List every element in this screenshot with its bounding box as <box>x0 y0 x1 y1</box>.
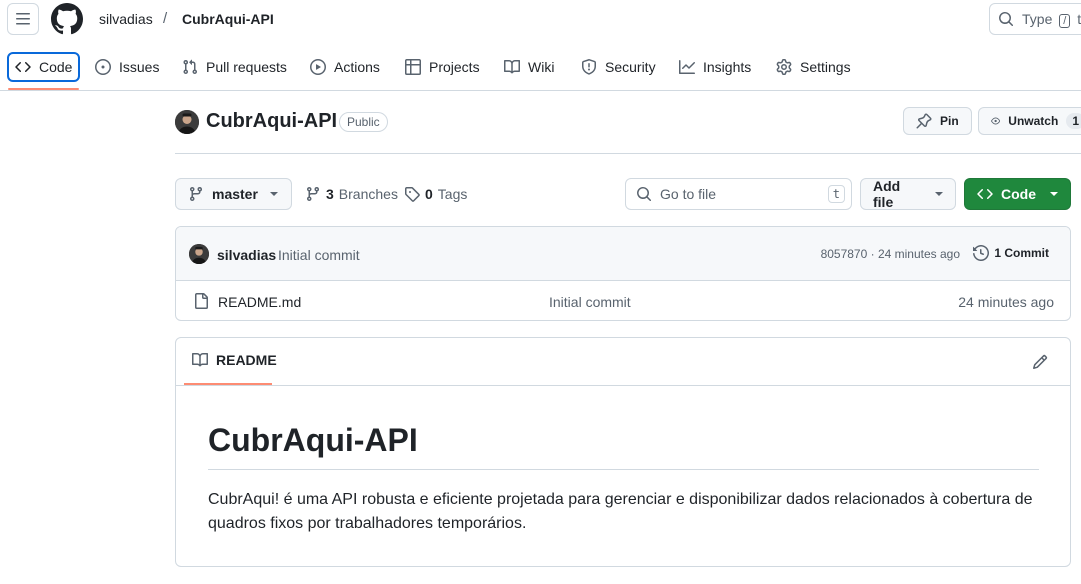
branch-select-button[interactable]: master <box>175 178 292 210</box>
search-shortcut-key: / <box>1059 13 1071 28</box>
tab-label: Pull requests <box>206 59 287 75</box>
commit-count-label: 1 Commit <box>994 246 1049 260</box>
tab-label: Insights <box>703 59 752 75</box>
branches-label: Branches <box>338 186 398 202</box>
table-icon <box>405 59 421 75</box>
chevron-down-icon <box>1050 192 1058 196</box>
tab-projects[interactable]: Projects <box>397 52 488 82</box>
tab-label: Security <box>605 59 656 75</box>
search-placeholder-suffix: to <box>1077 10 1081 27</box>
file-icon <box>195 293 208 309</box>
file-commit-time: 24 minutes ago <box>958 294 1054 310</box>
tab-issues[interactable]: Issues <box>87 52 167 82</box>
issue-opened-icon <box>95 59 111 75</box>
graph-icon <box>679 60 695 74</box>
go-to-file-placeholder: Go to file <box>660 186 717 202</box>
pin-label: Pin <box>940 114 959 128</box>
code-icon <box>977 188 993 200</box>
tab-wiki[interactable]: Wiki <box>496 52 562 82</box>
readme-heading: CubrAqui-API <box>208 422 418 458</box>
file-browser: silvadias Initial commit 8057870 · 24 mi… <box>175 226 1071 321</box>
unwatch-label: Unwatch <box>1008 114 1059 128</box>
branch-name: master <box>212 186 258 202</box>
commit-message-link[interactable]: Initial commit <box>278 247 360 263</box>
git-pull-request-icon <box>183 59 198 75</box>
header-divider <box>175 153 1081 154</box>
visibility-badge: Public <box>339 112 388 132</box>
readme-header-divider <box>176 385 1070 386</box>
global-search-input[interactable]: Type / to <box>989 3 1081 35</box>
go-to-file-input[interactable]: Go to file t <box>625 178 852 210</box>
edit-readme-button[interactable] <box>1032 354 1048 370</box>
active-tab-underline <box>8 88 79 90</box>
heading-rule <box>208 469 1039 470</box>
tab-security[interactable]: Security <box>573 52 664 82</box>
latest-commit-row: silvadias Initial commit 8057870 · 24 mi… <box>176 227 1070 281</box>
tab-label: Projects <box>429 59 480 75</box>
tab-label: Code <box>39 59 73 75</box>
unwatch-button[interactable]: Unwatch 1 <box>978 107 1081 135</box>
readme-tab-label: README <box>216 352 277 368</box>
branches-link[interactable]: 3 Branches <box>305 186 398 202</box>
tags-link[interactable]: 0 Tags <box>404 186 467 202</box>
tag-icon <box>405 187 420 202</box>
breadcrumb-owner-link[interactable]: silvadias <box>99 11 153 27</box>
menu-button[interactable] <box>7 3 39 35</box>
code-icon <box>15 61 31 73</box>
commit-history-link[interactable]: 1 Commit <box>973 245 1049 261</box>
play-icon <box>310 59 326 75</box>
commit-author-avatar[interactable] <box>189 244 209 264</box>
owner-avatar[interactable] <box>175 110 199 134</box>
file-name-link[interactable]: README.md <box>218 294 301 310</box>
readme-panel: README CubrAqui-API CubrAqui! é uma API … <box>175 337 1071 567</box>
tags-label: Tags <box>437 186 468 202</box>
add-file-label: Add file <box>873 178 901 210</box>
history-icon <box>973 245 990 261</box>
branches-count: 3 <box>326 186 334 202</box>
global-header: silvadias / CubrAqui-API Type / to <box>0 0 1081 40</box>
breadcrumb-separator: / <box>163 10 168 27</box>
search-icon <box>637 187 652 202</box>
commit-hash-time[interactable]: 8057870 · 24 minutes ago <box>821 247 960 261</box>
eye-icon <box>991 117 1001 125</box>
pencil-icon <box>1032 354 1048 370</box>
table-row[interactable]: README.md Initial commit 24 minutes ago <box>176 282 1070 320</box>
add-file-button[interactable]: Add file <box>860 178 956 210</box>
search-icon <box>999 12 1014 27</box>
code-button[interactable]: Code <box>964 178 1071 210</box>
tab-label: Issues <box>119 59 160 75</box>
code-button-label: Code <box>1001 186 1036 202</box>
tab-settings[interactable]: Settings <box>768 52 859 82</box>
chevron-down-icon <box>269 192 278 196</box>
pin-icon <box>916 113 932 129</box>
file-commit-message-link[interactable]: Initial commit <box>549 294 631 310</box>
book-icon <box>504 59 520 74</box>
tab-pull-requests[interactable]: Pull requests <box>174 52 295 82</box>
chevron-down-icon <box>935 192 943 196</box>
git-branch-icon <box>306 187 319 202</box>
book-icon <box>192 352 208 367</box>
hamburger-icon <box>16 13 30 25</box>
github-logo-icon[interactable] <box>51 3 83 35</box>
tab-label: Settings <box>800 59 851 75</box>
repo-title[interactable]: CubrAqui-API <box>206 110 337 133</box>
tab-code[interactable]: Code <box>7 52 81 82</box>
breadcrumb-repo-link[interactable]: CubrAqui-API <box>182 11 274 27</box>
tab-label: Wiki <box>528 59 555 75</box>
tab-insights[interactable]: Insights <box>671 52 759 82</box>
shield-icon <box>582 59 596 75</box>
pin-button[interactable]: Pin <box>903 107 972 135</box>
repo-navigation: Code Issues Pull requests Actions Projec… <box>0 48 1081 91</box>
tab-label: Actions <box>334 59 380 75</box>
git-branch-icon <box>189 187 202 202</box>
watch-count: 1 <box>1066 113 1081 129</box>
go-to-file-shortcut: t <box>827 185 845 203</box>
tab-actions[interactable]: Actions <box>302 52 388 82</box>
tags-count: 0 <box>425 186 433 202</box>
commit-author-link[interactable]: silvadias <box>217 247 276 263</box>
readme-paragraph: CubrAqui! é uma API robusta e eficiente … <box>208 491 1033 532</box>
search-placeholder-prefix: Type <box>1022 10 1053 27</box>
gear-icon <box>776 59 792 75</box>
readme-tab[interactable]: README <box>192 352 277 368</box>
